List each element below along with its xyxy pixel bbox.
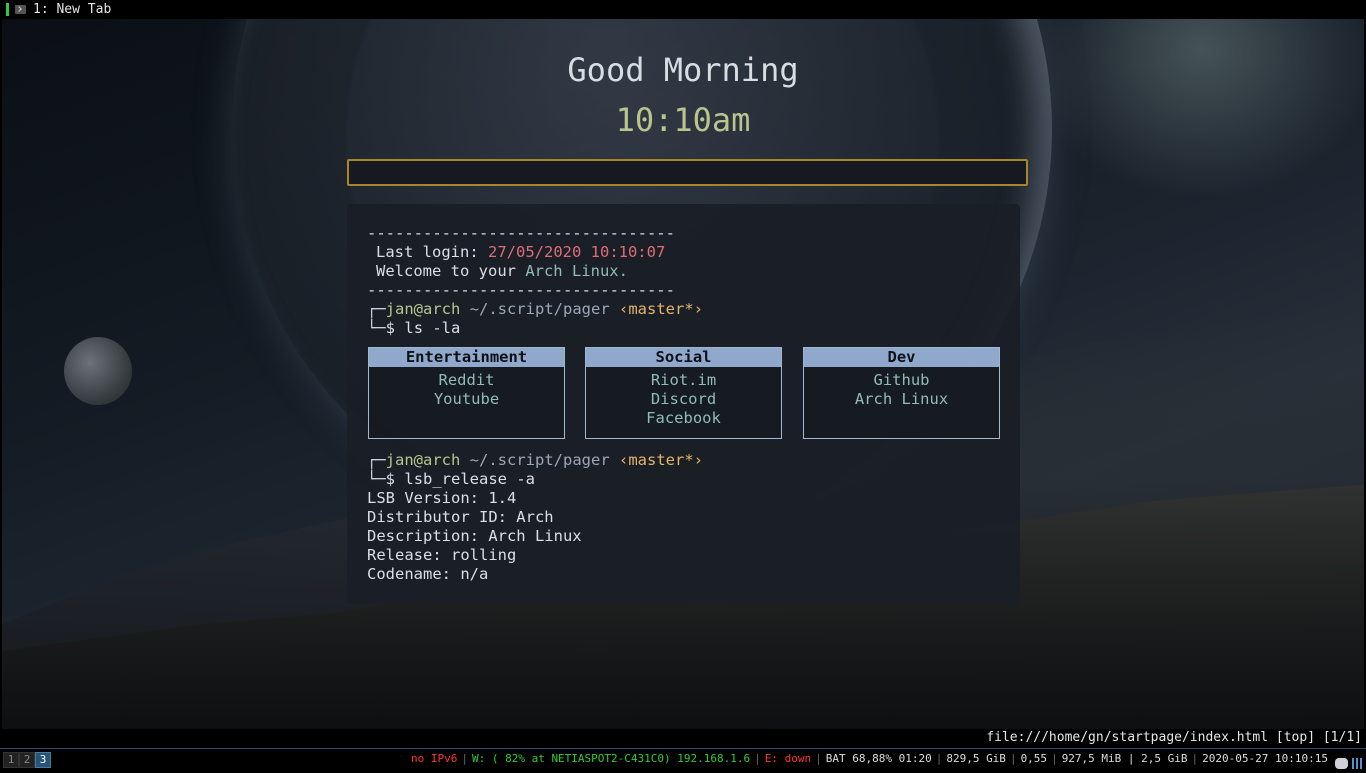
prompt-corner-bottom: └─	[367, 319, 386, 337]
box-title: Social	[586, 348, 781, 367]
link-arch-linux[interactable]: Arch Linux	[804, 390, 999, 409]
status-memory: 927,5 MiB | 2,5 GiB	[1061, 752, 1188, 765]
prompt-path: ~/.script/pager	[469, 451, 610, 469]
box-dev: Dev Github Arch Linux	[803, 347, 1000, 439]
workspace-2[interactable]: 2	[19, 752, 35, 768]
command-1: ls -la	[404, 319, 461, 337]
url-status: file:///home/gn/startpage/index.html [to…	[986, 729, 1362, 747]
search-input[interactable]	[347, 159, 1028, 186]
active-tab-indicator	[6, 3, 9, 16]
box-title: Entertainment	[369, 348, 564, 367]
prompt-corner-top: ┌─	[367, 300, 386, 318]
signal-icon[interactable]	[1352, 757, 1362, 769]
discord-icon[interactable]	[1335, 757, 1348, 769]
lsb-release: Release: rolling	[367, 546, 517, 564]
last-login-line: Last login: 27/05/2020 10:10:07	[376, 243, 665, 262]
prompt-line-1: ┌─jan@arch ~/.script/pager ‹master*›	[367, 300, 703, 319]
prompt-branch: ‹master*›	[619, 451, 703, 469]
status-ethernet: E: down	[764, 752, 812, 765]
workspace-1[interactable]: 1	[3, 752, 19, 768]
command-line-2: └─$ lsb_release -a	[367, 470, 535, 489]
prompt-corner-top: ┌─	[367, 451, 386, 469]
box-title: Dev	[804, 348, 999, 367]
link-facebook[interactable]: Facebook	[586, 409, 781, 428]
browser-viewport: Good Morning 10:10am -------------------…	[2, 19, 1364, 729]
status-items: no IPv6 | W: ( 82% at NETIASPOT2-C431C0) 1…	[410, 752, 1328, 765]
terminal-icon	[15, 5, 26, 14]
lsb-codename: Codename: n/a	[367, 565, 489, 583]
welcome-prefix: Welcome to your	[376, 262, 526, 280]
command-line-1: └─$ ls -la	[367, 319, 460, 338]
link-youtube[interactable]: Youtube	[369, 390, 564, 409]
moon-background	[64, 337, 132, 405]
command-2: lsb_release -a	[404, 470, 536, 488]
prompt-corner-bottom: └─	[367, 470, 386, 488]
welcome-line: Welcome to your Arch Linux.	[376, 262, 628, 281]
link-discord[interactable]: Discord	[586, 390, 781, 409]
workspace-3[interactable]: 3	[35, 752, 51, 768]
prompt-user-host: jan@arch	[385, 451, 461, 469]
status-datetime: 2020-05-27 10:10:15	[1202, 752, 1328, 765]
status-ipv6: no IPv6	[410, 752, 458, 765]
status-disk: 829,5 GiB	[946, 752, 1006, 765]
lsb-version: LSB Version: 1.4	[367, 489, 517, 507]
status-battery: BAT 68,88% 01:20	[825, 752, 932, 765]
prompt-branch: ‹master*›	[619, 300, 703, 318]
divider-top: ---------------------------------	[367, 224, 675, 242]
status-bar: 1 2 3 no IPv6 | W: ( 82% at NETIASPOT2-C43…	[0, 748, 1366, 769]
last-login-value: 27/05/2020 10:10:07	[488, 243, 666, 261]
last-login-label: Last login:	[376, 243, 479, 261]
link-reddit[interactable]: Reddit	[369, 371, 564, 390]
box-social: Social Riot.im Discord Facebook	[585, 347, 782, 439]
link-riot[interactable]: Riot.im	[586, 371, 781, 390]
welcome-os: Arch Linux.	[525, 262, 628, 280]
box-entertainment: Entertainment Reddit Youtube	[368, 347, 565, 439]
tab-bar: 1: New Tab	[0, 0, 1366, 19]
tab-title[interactable]: 1: New Tab	[33, 0, 111, 19]
link-github[interactable]: Github	[804, 371, 999, 390]
status-load: 0,55	[1020, 752, 1048, 765]
prompt-dollar: $	[385, 470, 396, 488]
prompt-dollar: $	[385, 319, 396, 337]
prompt-path: ~/.script/pager	[469, 300, 610, 318]
system-tray	[1335, 753, 1362, 773]
terminal-panel: --------------------------------- Last l…	[347, 204, 1020, 604]
divider-bottom: ---------------------------------	[367, 281, 675, 299]
prompt-line-2: ┌─jan@arch ~/.script/pager ‹master*›	[367, 451, 703, 470]
prompt-user-host: jan@arch	[385, 300, 461, 318]
lsb-description: Description: Arch Linux	[367, 527, 582, 545]
status-wifi: W: ( 82% at NETIASPOT2-C431C0) 192.168.1…	[471, 752, 751, 765]
lsb-distributor: Distributor ID: Arch	[367, 508, 554, 526]
clock: 10:10am	[615, 101, 751, 139]
greeting-heading: Good Morning	[567, 51, 799, 89]
